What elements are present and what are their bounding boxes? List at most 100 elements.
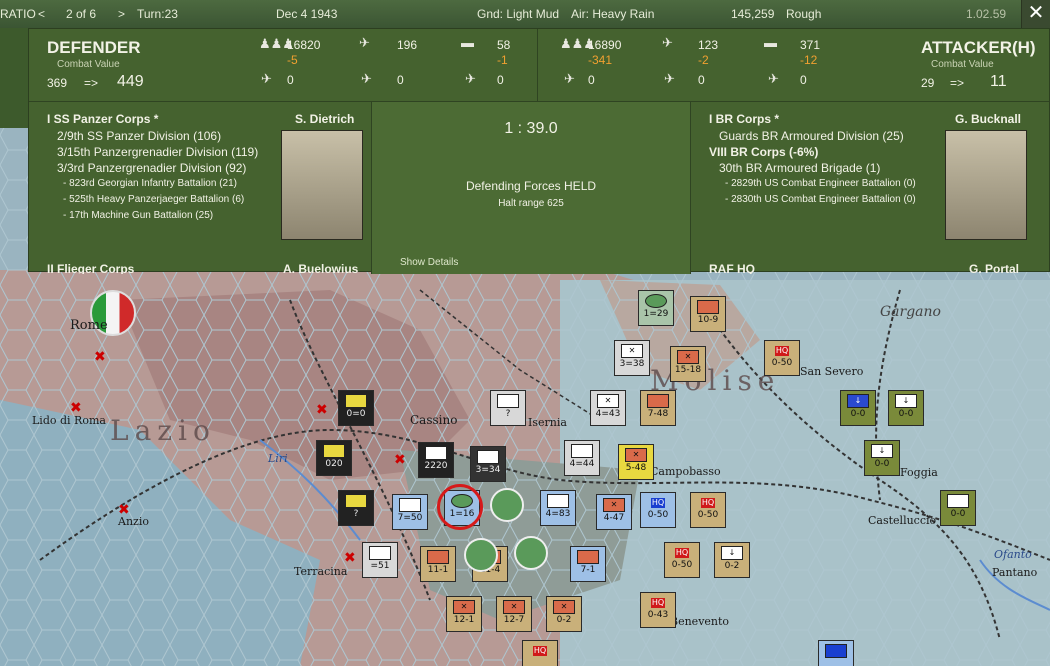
city-label: Campobasso (650, 465, 721, 478)
attacker-men: 16890 (588, 38, 622, 52)
city-label: San Severo (800, 365, 864, 378)
unit-counter[interactable]: 2220 (418, 442, 454, 478)
unit-counter[interactable]: ? (490, 390, 526, 426)
unit-counter[interactable]: ✕ 3=38 (614, 340, 650, 376)
date-label: Dec 4 1943 (276, 7, 338, 21)
air-condition: Air: Heavy Rain (571, 7, 655, 21)
unit-counter[interactable]: ? (338, 490, 374, 526)
unit-counter[interactable]: ↓ 0-0 (864, 440, 900, 476)
unit-counter[interactable]: 7=50 (392, 494, 428, 530)
unit-counter[interactable]: 4=44 (564, 440, 600, 476)
unit-counter[interactable]: ✕ 5-48 (618, 444, 654, 480)
unit-counter[interactable]: 0-0 (940, 490, 976, 526)
attacker-aircraft: 123 (698, 38, 719, 52)
halt-range: Halt range 625 (498, 198, 564, 209)
city-label: Foggia (900, 466, 938, 479)
game-title-fragment: RATIO (0, 7, 36, 21)
defender-cv-arrow: => (84, 76, 99, 90)
attacker-subunit: - 2829th US Combat Engineer Battalion (0… (725, 178, 916, 189)
defender-header: DEFENDER Combat Value 369 => 449 ♟♟♟ 168… (29, 29, 537, 101)
unit-counter[interactable]: 1=29 (638, 290, 674, 326)
attacker-row2-c: 0 (800, 73, 807, 87)
defender-cv-label: Combat Value (57, 59, 120, 70)
unit-counter[interactable]: 3=34 (470, 446, 506, 482)
unit-counter[interactable]: HQ 0-50 (690, 492, 726, 528)
defender-unit: 3/3rd Panzergrenadier Division (92) (57, 161, 247, 175)
unit-counter[interactable] (818, 640, 854, 666)
city-label: Pantano (992, 566, 1038, 579)
city-label: Benevento (670, 615, 730, 628)
show-details-link[interactable]: Show Details (400, 257, 458, 268)
city-label: Rome (70, 318, 108, 333)
tank-marker-icon[interactable] (464, 538, 498, 572)
defender-corps: I SS Panzer Corps * (47, 112, 159, 126)
unit-counter[interactable]: HQ 0-50 (664, 542, 700, 578)
hex-value: 145,259 (731, 7, 775, 21)
red-x-marker: ✖ (94, 349, 106, 365)
unit-counter[interactable]: =51 (362, 542, 398, 578)
city-label: Gargano (880, 304, 941, 320)
attacker-next-commander: G. Portal (969, 262, 1020, 274)
attacker-corps: I BR Corps * (709, 112, 780, 126)
fighter-icon: ✈ (261, 71, 272, 86)
tank-icon: ▬ (461, 35, 474, 50)
bomber-icon: ✈ (664, 71, 675, 86)
next-battle-button[interactable]: > (118, 7, 125, 21)
unit-counter[interactable]: 11-1 (420, 546, 456, 582)
attacker-tanks: 371 (800, 38, 821, 52)
attacker-men-loss: -341 (588, 53, 613, 67)
unit-counter[interactable]: 4=83 (540, 490, 576, 526)
prev-battle-button[interactable]: < (38, 7, 45, 21)
attacker-commander-portrait (945, 130, 1027, 240)
close-button[interactable]: ✕ (1021, 0, 1050, 28)
defender-row2-b: 0 (397, 73, 404, 87)
defender-subunit: - 823rd Georgian Infantry Battalion (21) (63, 178, 237, 189)
unit-counter[interactable]: ✕ 4=43 (590, 390, 626, 426)
tank-marker-icon[interactable] (514, 536, 548, 570)
unit-counter[interactable]: 0=0 (338, 390, 374, 426)
unit-counter[interactable]: ↓ 0-0 (840, 390, 876, 426)
transport-icon: ✈ (768, 71, 779, 86)
city-label: Anzio (118, 515, 149, 528)
defender-cv-to: 449 (117, 73, 144, 90)
unit-counter[interactable]: HQ (522, 640, 558, 666)
attacker-tanks-loss: -12 (800, 53, 818, 67)
unit-counter[interactable]: ✕ 12-7 (496, 596, 532, 632)
attacker-cv-from: 29 (921, 76, 935, 90)
attacker-commander: G. Bucknall (955, 112, 1022, 126)
unit-counter[interactable]: ↓ 0-0 (888, 390, 924, 426)
defender-row2-c: 0 (497, 73, 504, 87)
unit-counter[interactable]: ✕ 4-47 (596, 494, 632, 530)
unit-counter[interactable]: ✕ 15-18 (670, 346, 706, 382)
attacker-row2-a: 0 (588, 73, 595, 87)
unit-counter[interactable]: 7-48 (640, 390, 676, 426)
unit-counter[interactable]: 020 (316, 440, 352, 476)
attacker-row2-b: 0 (698, 73, 705, 87)
tank-marker-icon[interactable] (490, 488, 524, 522)
unit-counter[interactable]: ✕ 12-1 (446, 596, 482, 632)
unit-counter[interactable]: HQ 0-43 (640, 592, 676, 628)
unit-counter[interactable]: 10-9 (690, 296, 726, 332)
battle-result-center: 1 : 39.0 Defending Forces HELD Halt rang… (371, 101, 691, 274)
red-x-marker: ✖ (316, 402, 328, 418)
top-status-bar: RATIO < 2 of 6 > Turn:23 Dec 4 1943 Gnd:… (0, 0, 1050, 28)
red-x-marker: ✖ (394, 452, 406, 468)
unit-counter[interactable]: 7-1 (570, 546, 606, 582)
defender-aircraft: 196 (397, 38, 418, 52)
unit-counter[interactable]: ↓ 0-2 (714, 542, 750, 578)
unit-counter[interactable]: HQ 0-50 (640, 492, 676, 528)
city-label: Ofanto (994, 548, 1032, 561)
attacker-cv-label: Combat Value (931, 59, 994, 70)
defender-next-corps: II Flieger Corps (47, 262, 135, 274)
attacker-title: ATTACKER(H) (921, 38, 1036, 57)
city-label: Terracina (294, 565, 348, 578)
defender-subunit: - 525th Heavy Panzerjaeger Battalion (6) (63, 194, 245, 205)
city-label: Castelluccio (868, 514, 937, 527)
aircraft-icon: ✈ (662, 35, 673, 50)
bomber-icon: ✈ (361, 71, 372, 86)
unit-counter[interactable]: HQ 0-50 (764, 340, 800, 376)
unit-counter[interactable]: ✕ 0-2 (546, 596, 582, 632)
defender-title: DEFENDER (47, 38, 141, 57)
attacker-cv-to: 11 (990, 73, 1007, 90)
left-edge-panel (0, 28, 28, 128)
